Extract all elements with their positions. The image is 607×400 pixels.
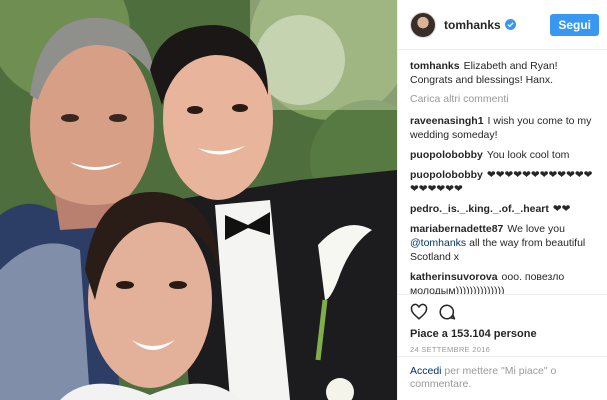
post-date: 24 SETTEMBRE 2016 (410, 345, 491, 354)
comment-item: pedro._is._.king._.of._.heart ❤❤ (410, 202, 595, 216)
avatar[interactable] (410, 11, 436, 38)
comment-author-link[interactable]: puopolobobby (410, 149, 483, 161)
comment-item: puopolobobby You look cool tom (410, 148, 595, 162)
comment-item: katherinsuvorova ооо. повезло молодым))))… (410, 270, 595, 295)
comment-author-link[interactable]: raveenasingh1 (410, 115, 484, 127)
post-actions: Piace a 153.104 persone 24 SETTEMBRE 201… (398, 294, 607, 354)
post-photo[interactable] (0, 0, 397, 400)
comment-author-link[interactable]: pedro._is._.king._.of._.heart (410, 203, 549, 215)
comments: raveenasingh1 I wish you come to my weddi… (410, 114, 595, 295)
comment-text: You look cool tom (486, 149, 570, 161)
login-link[interactable]: Accedi (410, 365, 442, 377)
post-side-panel: tomhanks Segui tomhanks Elizabeth and Rya… (397, 0, 607, 400)
username-link[interactable]: tomhanks (444, 18, 501, 32)
comment-author-link[interactable]: puopolobobby (410, 169, 483, 181)
comment-list: tomhanks Elizabeth and Ryan! Congrats and… (398, 50, 607, 295)
verified-badge-icon (504, 19, 516, 30)
mention-link[interactable]: @tomhanks (410, 237, 466, 249)
caption-author-link[interactable]: tomhanks (410, 60, 460, 72)
comment-text: ❤❤ (552, 203, 571, 215)
caption: tomhanks Elizabeth and Ryan! Congrats and… (410, 59, 595, 87)
comment-author-link[interactable]: katherinsuvorova (410, 271, 498, 283)
selfie-illustration (0, 0, 397, 400)
login-prompt: Accedi per mettere "Mi piace" o commenta… (398, 356, 607, 391)
comment-item: mariabernadette87 We love you @tomhanks a… (410, 222, 595, 264)
comment-item: puopolobobby ❤❤❤❤❤❤❤❤❤❤❤❤❤❤❤❤❤❤ (410, 168, 595, 196)
load-more-comments-link[interactable]: Carica altri commenti (410, 93, 595, 105)
comment-author-link[interactable]: mariabernadette87 (410, 223, 503, 235)
follow-button[interactable]: Segui (550, 13, 599, 36)
comment-item: raveenasingh1 I wish you come to my weddi… (410, 114, 595, 142)
likes-count[interactable]: Piace a 153.104 persone (410, 328, 596, 340)
post-header: tomhanks Segui (398, 0, 607, 50)
comment-bubble-icon[interactable] (438, 303, 456, 321)
comment-text: We love you (507, 223, 565, 235)
heart-icon[interactable] (410, 303, 428, 321)
